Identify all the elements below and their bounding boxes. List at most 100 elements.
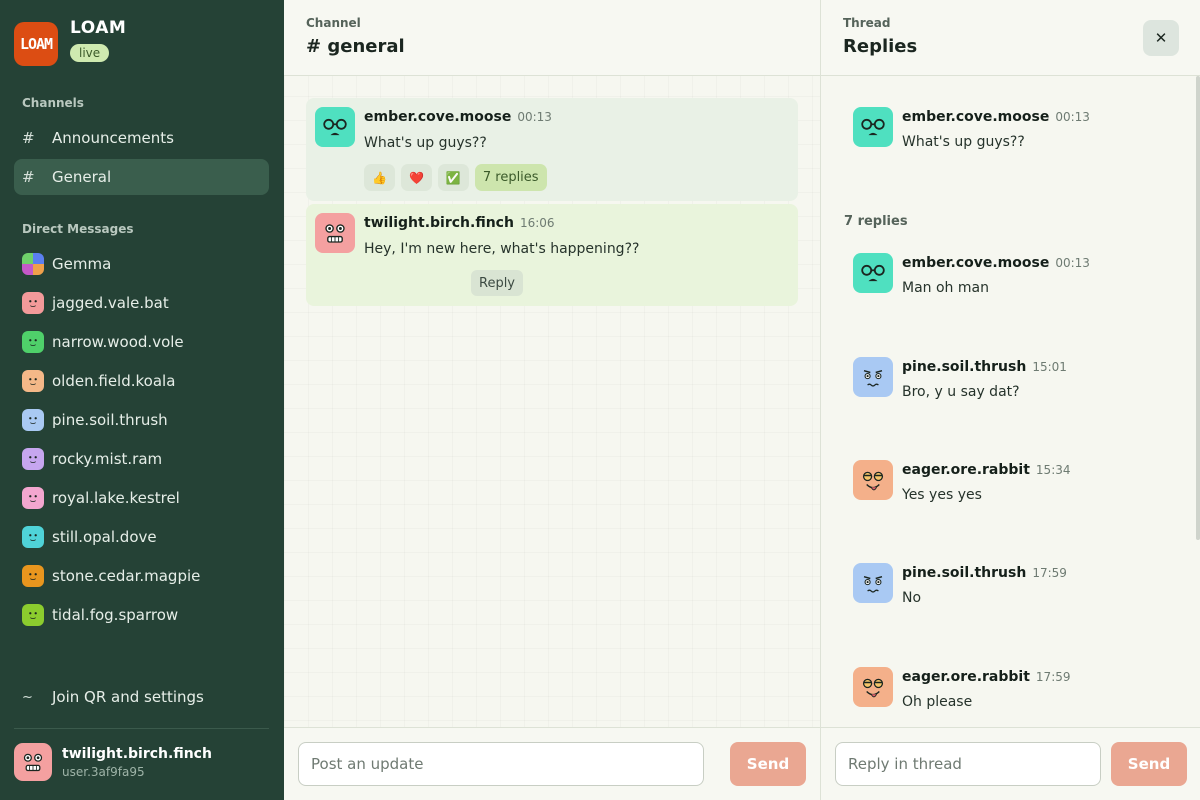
dm-item-label: Gemma [52, 255, 112, 273]
channel-list: # Announcements # General [14, 120, 269, 198]
message-author: ember.cove.moose [902, 255, 1050, 271]
thread-header: Thread Replies ✕ [821, 0, 1200, 76]
thread-pane: Thread Replies ✕ ember.cove.moose 00:13 W… [820, 0, 1200, 800]
avatar [315, 213, 355, 253]
channel-item-label: General [52, 168, 112, 186]
dm-item-label: tidal.fog.sparrow [52, 606, 179, 624]
message-text: Bro, y u say dat? [902, 384, 1020, 400]
message-time: 00:13 [1055, 110, 1090, 124]
avatar [22, 526, 44, 548]
thread-reply[interactable]: eager.ore.rabbit 15:34 Yes yes yes [853, 460, 1173, 510]
dm-item[interactable]: pine.soil.thrush [14, 402, 269, 438]
hash-icon: # [22, 168, 35, 186]
current-user-id: user.3af9fa95 [62, 764, 145, 779]
thread-kicker: Thread [843, 16, 891, 30]
thread-reply-input[interactable] [835, 742, 1101, 786]
dm-item[interactable]: Gemma [14, 246, 269, 282]
dm-item[interactable]: stone.cedar.magpie [14, 558, 269, 594]
avatar [22, 604, 44, 626]
avatar [14, 743, 52, 781]
reaction-check[interactable]: ✅ [437, 164, 469, 191]
replies-button[interactable]: 7 replies [474, 164, 547, 191]
dm-item[interactable]: rocky.mist.ram [14, 441, 269, 477]
settings-label: Join QR and settings [52, 688, 204, 706]
dm-label: Direct Messages [22, 222, 134, 236]
send-button[interactable]: Send [730, 742, 806, 786]
avatar [22, 292, 44, 314]
message-text: No [902, 590, 922, 606]
message-text: Yes yes yes [902, 487, 982, 503]
message-time: 15:34 [1035, 463, 1071, 477]
avatar [22, 409, 44, 431]
status-badge: live [70, 44, 110, 62]
message-text: Man oh man [902, 280, 989, 296]
avatar [22, 331, 44, 353]
avatar [22, 565, 44, 587]
dm-item[interactable]: olden.field.koala [14, 363, 269, 399]
avatar [853, 253, 893, 293]
message-author: eager.ore.rabbit [902, 462, 1030, 478]
thread-reply[interactable]: ember.cove.moose 00:13 Man oh man [853, 253, 1173, 303]
thread-composer: Send [821, 727, 1200, 800]
dm-list: Gemma jagged.vale.bat narrow.wood.vole olde… [14, 246, 269, 636]
message-author: ember.cove.moose [364, 109, 512, 125]
reaction-thumbs-up[interactable]: 👍 [364, 164, 395, 191]
dm-item[interactable]: jagged.vale.bat [14, 285, 269, 321]
dm-item-label: still.opal.dove [52, 528, 157, 546]
avatar [853, 563, 893, 603]
message[interactable]: twilight.birch.finch 16:06 Hey, I'm new h… [306, 204, 798, 306]
thread-reply[interactable]: pine.soil.thrush 17:59 No [853, 563, 1173, 613]
avatar [853, 107, 893, 147]
dm-item-label: olden.field.koala [52, 372, 176, 390]
app-name: LOAM [70, 18, 127, 38]
dm-item[interactable]: narrow.wood.vole [14, 324, 269, 360]
thread-title: Replies [843, 36, 918, 57]
avatar [853, 667, 893, 707]
message-author: pine.soil.thrush [902, 565, 1027, 581]
avatar [22, 448, 44, 470]
app-logo: LOAM [14, 22, 58, 66]
dm-item[interactable]: royal.lake.kestrel [14, 480, 269, 516]
message[interactable]: ember.cove.moose 00:13 What's up guys?? 👍… [306, 98, 798, 201]
post-input[interactable] [298, 742, 704, 786]
current-user[interactable]: twilight.birch.finch user.3af9fa95 [14, 743, 212, 781]
thread-reply[interactable]: eager.ore.rabbit 17:59 Oh please [853, 667, 1173, 717]
reaction-heart[interactable]: ❤️ [400, 164, 432, 191]
avatar [853, 460, 893, 500]
reply-button[interactable]: Reply [471, 270, 524, 296]
message-time: 00:13 [1055, 256, 1090, 270]
thread-send-button[interactable]: Send [1111, 742, 1187, 786]
hash-icon: # [22, 129, 35, 147]
dm-item[interactable]: tidal.fog.sparrow [14, 597, 269, 633]
divider [14, 728, 269, 729]
message-text: Oh please [902, 694, 973, 710]
avatar [22, 253, 44, 275]
dm-item-label: pine.soil.thrush [52, 411, 168, 429]
channel-item-general[interactable]: # General [14, 159, 269, 195]
dm-item-label: narrow.wood.vole [52, 333, 184, 351]
message-time: 15:01 [1032, 360, 1067, 374]
dm-item[interactable]: still.opal.dove [14, 519, 269, 555]
thread-reply[interactable]: pine.soil.thrush 15:01 Bro, y u say dat? [853, 357, 1173, 407]
current-user-name: twilight.birch.finch [62, 745, 212, 762]
dm-item-label: royal.lake.kestrel [52, 489, 180, 507]
avatar [22, 487, 44, 509]
channel-title: # general [306, 36, 405, 57]
settings-button[interactable]: ~ Join QR and settings [14, 680, 269, 714]
channel-item-announcements[interactable]: # Announcements [14, 120, 269, 156]
settings-icon: ~ [22, 689, 33, 705]
sidebar: LOAM LOAM live Channels # Announcements … [0, 0, 284, 800]
thread-scrollbar[interactable] [1196, 76, 1200, 540]
replies-count: 7 replies [844, 214, 908, 229]
dm-item-label: rocky.mist.ram [52, 450, 163, 468]
channel-pane: Channel # general ember.cove.moose 00:13 … [284, 0, 820, 800]
close-icon: ✕ [1154, 29, 1168, 47]
message-author: twilight.birch.finch [364, 215, 514, 231]
message-text: Hey, I'm new here, what's happening?? [364, 241, 640, 257]
message-author: pine.soil.thrush [902, 359, 1027, 375]
dm-item-label: jagged.vale.bat [52, 294, 169, 312]
message-text: What's up guys?? [902, 134, 1025, 150]
channel-item-label: Announcements [52, 129, 174, 147]
close-thread-button[interactable]: ✕ [1143, 20, 1179, 56]
reactions: 👍 ❤️ ✅ 7 replies [364, 164, 553, 191]
